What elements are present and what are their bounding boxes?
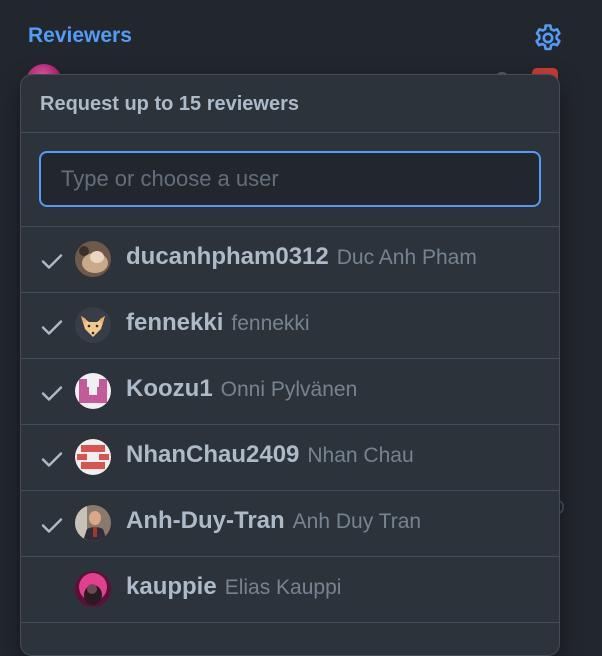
popover-title: Request up to 15 reviewers: [21, 75, 559, 133]
reviewer-search-input[interactable]: [39, 151, 541, 207]
check-icon: [41, 386, 63, 401]
user-row[interactable]: fennekki fennekki: [21, 293, 559, 359]
reviewers-header: Reviewers: [28, 22, 564, 54]
user-row[interactable]: kauppie Elias Kauppi: [21, 557, 559, 623]
user-full-name: Duc Anh Pham: [336, 246, 477, 269]
user-login: ducanhpham0312 Duc Anh Pham: [126, 243, 477, 270]
check-icon: [41, 518, 63, 533]
filter-area: [21, 133, 559, 227]
cat-photo-avatar: [75, 241, 111, 277]
user-full-name: Nhan Chau: [307, 444, 414, 467]
user-full-name: fennekki: [231, 312, 310, 335]
check-icon: [41, 254, 63, 269]
user-row[interactable]: Anh-Duy-Tran Anh Duy Tran: [21, 491, 559, 557]
red-identicon-avatar: [75, 439, 111, 475]
user-full-name: Elias Kauppi: [224, 576, 342, 599]
fox-avatar: [75, 307, 111, 343]
check-icon: [41, 452, 63, 467]
user-row[interactable]: Koozu1 Onni Pylvänen: [21, 359, 559, 425]
user-login: Koozu1 Onni Pylvänen: [126, 375, 358, 402]
reviewers-title[interactable]: Reviewers: [28, 24, 132, 48]
user-login: Anh-Duy-Tran Anh Duy Tran: [126, 507, 422, 534]
user-login: fennekki fennekki: [126, 309, 310, 336]
person-photo-avatar: [75, 505, 111, 541]
pink-identicon-avatar: [75, 373, 111, 409]
reviewers-popover: Request up to 15 reviewers ducanhpham031…: [20, 74, 560, 656]
user-login: kauppie Elias Kauppi: [126, 573, 342, 600]
check-icon: [41, 320, 63, 335]
user-login: NhanChau2409 Nhan Chau: [126, 441, 414, 468]
pink-photo-avatar: [75, 571, 111, 607]
user-full-name: Anh Duy Tran: [292, 510, 422, 533]
gear-icon[interactable]: [532, 22, 564, 54]
user-full-name: Onni Pylvänen: [220, 378, 358, 401]
user-row[interactable]: ducanhpham0312 Duc Anh Pham: [21, 227, 559, 293]
user-row[interactable]: NhanChau2409 Nhan Chau: [21, 425, 559, 491]
